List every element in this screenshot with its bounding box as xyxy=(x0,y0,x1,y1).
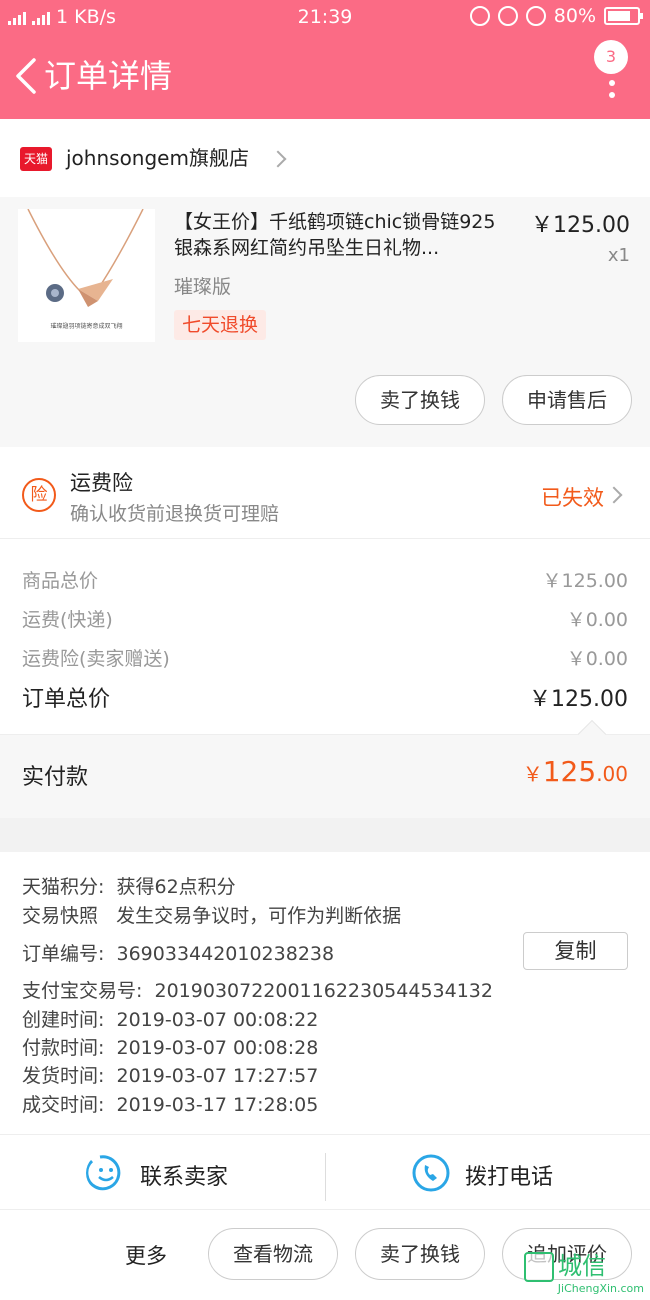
battery-icon xyxy=(604,7,643,25)
sell-for-cash-button-bottom[interactable]: 卖了换钱 xyxy=(355,1228,485,1280)
shipping-insurance-row[interactable]: 险 运费险 确认收货前退换货可理赔 已失效 xyxy=(0,447,650,539)
info-value: 2019-03-17 17:28:05 xyxy=(116,1094,319,1116)
product-quantity: x1 xyxy=(607,245,630,266)
snapshot-row[interactable]: 交易快照 发生交易争议时，可作为判断依据 xyxy=(22,901,401,928)
order-info: 天猫积分: 获得62点积分 交易快照 发生交易争议时，可作为判断依据 订单编号:… xyxy=(0,852,650,1134)
phone-icon xyxy=(412,1154,450,1192)
cost-row: 运费险(卖家赠送) ￥0.00 xyxy=(22,644,628,671)
shop-row[interactable]: 天猫 johnsongem旗舰店 xyxy=(0,119,650,197)
product-card[interactable]: 璀璨翅羽项链寄意成双飞翔 【女王价】千纸鹤项链chic锁骨链925银森系网红简约… xyxy=(0,197,650,447)
watermark-text: 城信 xyxy=(558,1252,606,1280)
product-price: ￥125.00 xyxy=(531,213,630,238)
info-label: 支付宝交易号: xyxy=(22,980,143,1002)
info-value: 2019-03-07 17:27:57 xyxy=(116,1065,319,1087)
cost-row: 商品总价 ￥125.00 xyxy=(22,566,628,593)
return-policy-tag: 七天退换 xyxy=(174,310,267,340)
alipay-number: 2019030722001162230544534132 xyxy=(154,980,493,1002)
order-number: 369033442010238238 xyxy=(116,943,335,965)
product-spec: 璀璨版 xyxy=(174,276,232,298)
contact-bar: 联系卖家 拨打电话 xyxy=(0,1134,650,1210)
cost-value: ￥0.00 xyxy=(566,648,628,670)
after-sale-button[interactable]: 申请售后 xyxy=(502,375,632,425)
cost-label: 商品总价 xyxy=(22,570,99,592)
call-phone-button[interactable]: 拨打电话 xyxy=(325,1135,650,1211)
info-value: 2019-03-07 00:08:28 xyxy=(116,1037,319,1059)
alipay-row: 支付宝交易号: 2019030722001162230544534132 xyxy=(22,976,493,1003)
cost-breakdown: 商品总价 ￥125.00 运费(快递) ￥0.00 运费险(卖家赠送) ￥0.0… xyxy=(0,539,650,734)
cost-value: ￥125.00 xyxy=(542,570,628,592)
chevron-right-icon xyxy=(605,486,623,504)
chat-face-icon xyxy=(86,1155,121,1191)
actual-payment-row: 实付款 ￥125.00 xyxy=(0,719,650,818)
order-total-value: ￥125.00 xyxy=(529,687,628,712)
info-value: 2019-03-07 00:08:22 xyxy=(116,1009,319,1031)
chevron-right-icon xyxy=(269,150,287,168)
actual-payment-label: 实付款 xyxy=(22,765,89,790)
page-title: 订单详情 xyxy=(44,57,173,95)
info-value: 发生交易争议时，可作为判断依据 xyxy=(116,905,402,927)
amount-decimal: .00 xyxy=(596,762,628,786)
shop-name: johnsongem旗舰店 xyxy=(66,146,249,170)
insurance-subtitle: 确认收货前退换货可理赔 xyxy=(70,503,280,525)
cost-row: 运费(快递) ￥0.00 xyxy=(22,605,628,632)
mute-icon xyxy=(469,6,490,26)
points-row: 天猫积分: 获得62点积分 xyxy=(22,872,236,899)
product-image[interactable]: 璀璨翅羽项链寄意成双飞翔 xyxy=(18,209,155,342)
copy-order-number-button[interactable]: 复制 xyxy=(523,932,628,970)
watermark-logo-icon xyxy=(524,1252,554,1282)
insurance-title: 运费险 xyxy=(70,471,133,495)
info-label: 发货时间: xyxy=(22,1065,105,1087)
insurance-status: 已失效 xyxy=(541,486,604,510)
info-label: 付款时间: xyxy=(22,1037,105,1059)
shipped-time-row: 发货时间: 2019-03-07 17:27:57 xyxy=(22,1061,318,1088)
sell-for-cash-button[interactable]: 卖了换钱 xyxy=(355,375,485,425)
product-image-caption: 璀璨翅羽项链寄意成双飞翔 xyxy=(50,323,123,330)
insurance-icon: 险 xyxy=(22,478,56,512)
watermark: 城信 JiChengXin.com xyxy=(524,1252,644,1296)
call-phone-label: 拨打电话 xyxy=(465,1165,554,1190)
info-value: 获得62点积分 xyxy=(116,876,236,898)
done-time-row: 成交时间: 2019-03-17 17:28:05 xyxy=(22,1090,318,1117)
amount-integer: 125 xyxy=(542,755,597,788)
header-bar: 订单详情 3 xyxy=(0,34,650,119)
cost-label: 运费险(卖家赠送) xyxy=(22,648,170,670)
more-menu-button[interactable]: 3 xyxy=(594,40,630,100)
actual-payment-amount: ￥125.00 xyxy=(523,755,628,788)
created-time-row: 创建时间: 2019-03-07 00:08:22 xyxy=(22,1005,318,1032)
alarm-icon xyxy=(525,6,546,26)
more-actions-button[interactable]: 更多 xyxy=(125,1240,167,1270)
paid-time-row: 付款时间: 2019-03-07 00:08:28 xyxy=(22,1033,318,1060)
lock-rotation-icon xyxy=(497,6,518,26)
battery-percent: 80% xyxy=(553,5,596,27)
more-dot-icon xyxy=(609,80,615,86)
tmall-logo-icon: 天猫 xyxy=(20,147,52,171)
back-arrow-icon[interactable] xyxy=(10,54,44,98)
view-logistics-button[interactable]: 查看物流 xyxy=(208,1228,338,1280)
cost-value: ￥0.00 xyxy=(566,609,628,631)
watermark-url: JiChengXin.com xyxy=(557,1282,644,1295)
order-number-row: 订单编号: 369033442010238238 xyxy=(22,939,334,966)
info-label: 成交时间: xyxy=(22,1094,105,1116)
cost-label: 运费(快递) xyxy=(22,609,113,631)
info-label: 订单编号: xyxy=(22,943,105,965)
info-label: 创建时间: xyxy=(22,1009,105,1031)
info-label: 天猫积分: xyxy=(22,876,105,898)
info-label: 交易快照 xyxy=(22,905,99,927)
order-total-row: 订单总价 ￥125.00 xyxy=(22,681,628,713)
more-dot-icon xyxy=(609,92,615,98)
contact-seller-label: 联系卖家 xyxy=(140,1165,229,1190)
currency-symbol: ￥ xyxy=(522,762,543,786)
status-bar: 1 KB/s 21:39 80% xyxy=(0,0,650,34)
order-total-label: 订单总价 xyxy=(22,687,111,712)
notification-badge: 3 xyxy=(594,40,628,74)
contact-seller-button[interactable]: 联系卖家 xyxy=(0,1135,325,1211)
product-name: 【女王价】千纸鹤项链chic锁骨链925银森系网红简约吊坠生日礼物... xyxy=(174,211,496,259)
